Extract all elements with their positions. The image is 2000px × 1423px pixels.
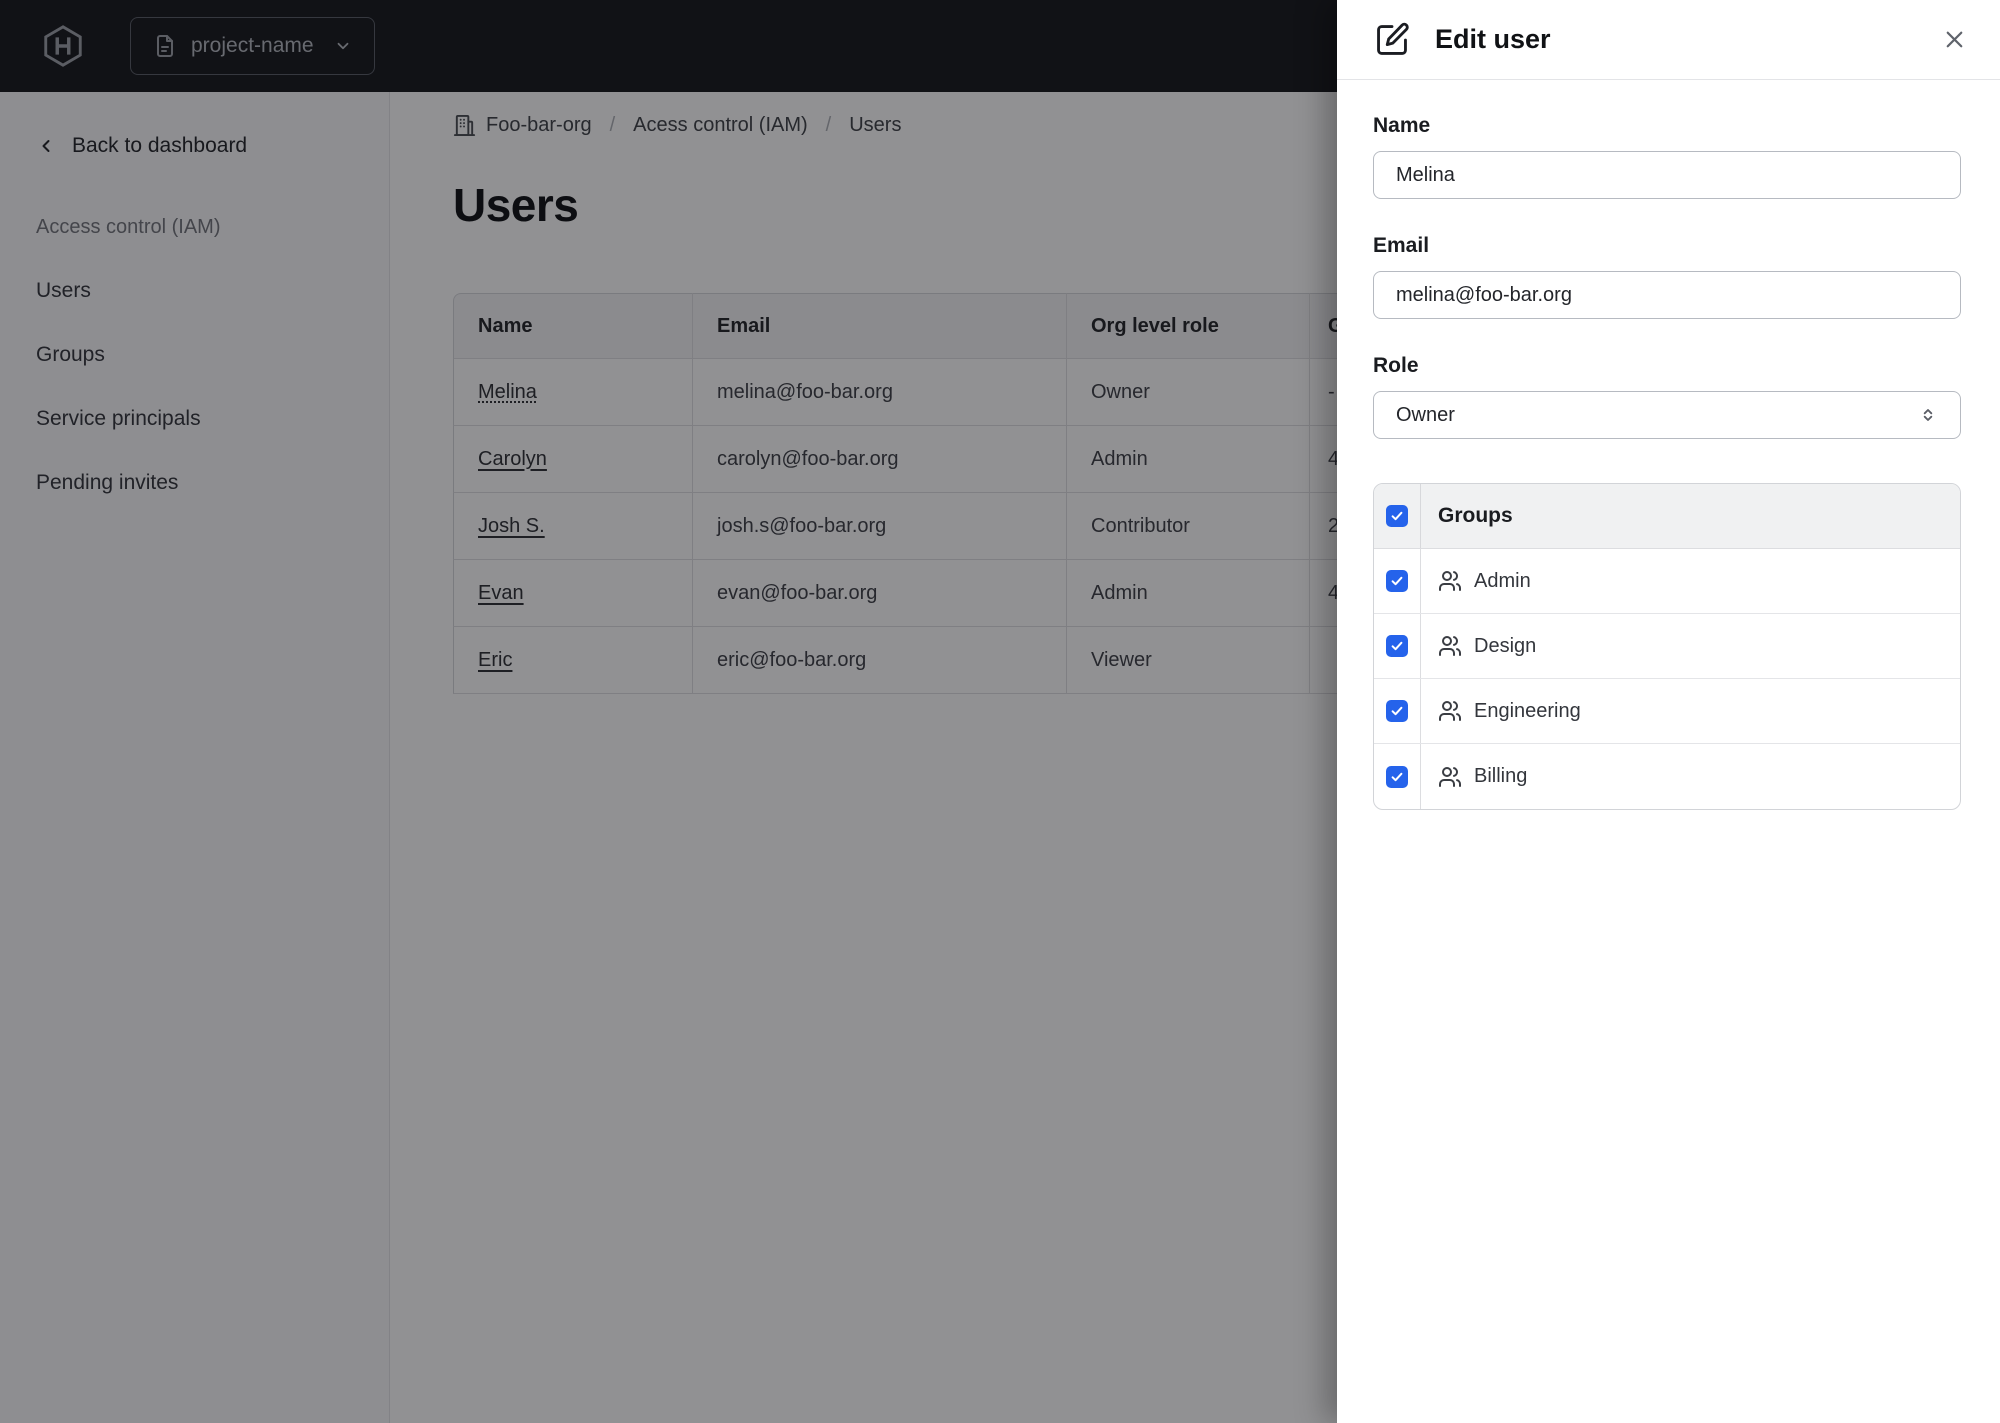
- group-row-billing: Billing: [1374, 744, 1960, 809]
- drawer-header: Edit user: [1337, 0, 2000, 80]
- edit-user-drawer: Edit user Name Email Role Owner: [1337, 0, 2000, 1423]
- users-group-icon: [1438, 699, 1462, 723]
- groups-panel-header: Groups: [1374, 484, 1960, 549]
- role-select-value: Owner: [1396, 403, 1455, 426]
- group-row-admin: Admin: [1374, 549, 1960, 614]
- check-icon: [1390, 639, 1404, 653]
- email-input[interactable]: [1373, 271, 1961, 319]
- users-group-icon: [1438, 634, 1462, 658]
- group-checkbox-billing[interactable]: [1386, 765, 1408, 788]
- group-checkbox-design[interactable]: [1386, 635, 1408, 657]
- group-row-engineering: Engineering: [1374, 679, 1960, 744]
- check-icon: [1390, 770, 1404, 784]
- check-icon: [1390, 574, 1404, 588]
- close-button[interactable]: [1934, 20, 1974, 60]
- group-label: Design: [1474, 634, 1537, 657]
- email-field-label: Email: [1373, 234, 1430, 257]
- group-label: Admin: [1474, 569, 1531, 592]
- edit-icon: [1373, 21, 1411, 59]
- name-field-label: Name: [1373, 114, 1431, 137]
- group-label: Engineering: [1474, 699, 1581, 722]
- select-stepper-icon: [1918, 405, 1938, 425]
- check-icon: [1390, 704, 1404, 718]
- groups-panel: Groups Admin Design Engineering Billing: [1373, 483, 1961, 810]
- name-input[interactable]: [1373, 151, 1961, 199]
- close-icon: [1941, 26, 1968, 53]
- group-checkbox-engineering[interactable]: [1386, 700, 1408, 722]
- role-field-label: Role: [1373, 354, 1419, 377]
- check-icon: [1390, 509, 1404, 523]
- group-label: Billing: [1474, 765, 1528, 787]
- users-group-icon: [1438, 765, 1462, 789]
- drawer-title: Edit user: [1435, 24, 1551, 54]
- group-checkbox-admin[interactable]: [1386, 570, 1408, 592]
- group-row-design: Design: [1374, 614, 1960, 679]
- role-select[interactable]: Owner: [1373, 391, 1961, 439]
- groups-panel-title: Groups: [1438, 504, 1513, 527]
- select-all-groups-checkbox[interactable]: [1386, 505, 1408, 527]
- users-group-icon: [1438, 569, 1462, 593]
- drawer-body: Name Email Role Owner: [1337, 80, 2000, 810]
